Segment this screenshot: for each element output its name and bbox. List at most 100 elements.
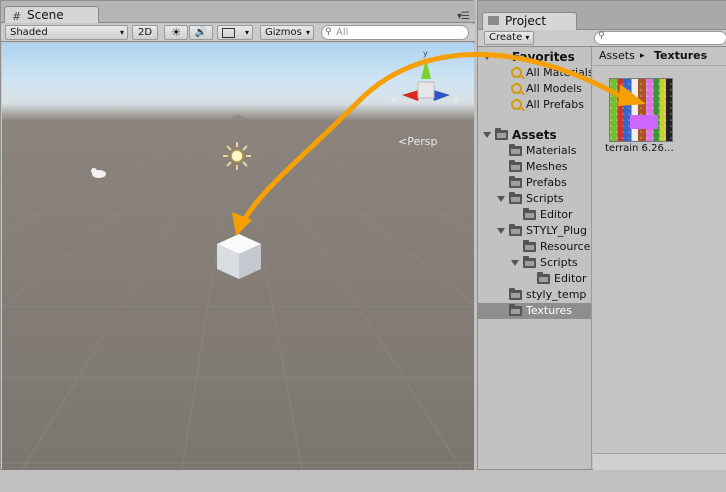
project-search-input[interactable]: ⚲ <box>594 31 726 45</box>
folder-icon <box>509 144 522 156</box>
tree-folder[interactable]: Scripts <box>478 191 591 207</box>
folder-label: Scripts <box>540 256 578 269</box>
star-icon: ★ <box>495 49 507 64</box>
folder-label: STYLY_Plug <box>526 224 587 237</box>
scene-audio-button[interactable]: 🔊 <box>189 25 213 40</box>
project-toolbar: Create ▾ ⚲ <box>478 30 726 47</box>
sun-icon: ☀ <box>171 26 181 39</box>
folder-icon <box>509 224 522 236</box>
persp-text: Persp <box>407 135 438 148</box>
perspective-label[interactable]: <Persp <box>398 135 437 148</box>
dropdown-arrow-icon: ▾ <box>305 28 310 37</box>
svg-text:z: z <box>454 95 458 104</box>
tree-folder[interactable]: styly_temp <box>478 287 591 303</box>
project-tabbar: Project <box>478 1 726 30</box>
dropdown-arrow-icon: ▾ <box>525 33 530 42</box>
breadcrumb-current[interactable]: Textures <box>654 47 707 65</box>
folder-icon <box>523 240 536 252</box>
folder-icon <box>523 208 536 220</box>
speaker-icon: 🔊 <box>194 27 208 38</box>
folder-icon <box>509 176 522 188</box>
tab-project[interactable]: Project <box>482 12 577 30</box>
favorite-label: All Materials <box>526 66 592 79</box>
breadcrumb-separator-icon: ▸ <box>640 51 645 61</box>
scene-search-input[interactable]: ⚲ All <box>321 25 469 40</box>
tree-favorite-item[interactable]: All Models <box>478 81 591 97</box>
folder-icon <box>523 256 536 268</box>
tree-folder[interactable]: Editor <box>478 271 591 287</box>
folder-label: Scripts <box>526 192 564 205</box>
expand-arrow-icon <box>483 132 491 138</box>
svg-text:x: x <box>391 95 396 104</box>
project-content: Assets ▸ Textures terrain 6.26… <box>593 47 726 470</box>
grid-icon: # <box>12 10 22 23</box>
folder-icon <box>509 160 522 172</box>
tree-folder-selected[interactable]: Textures <box>478 303 591 319</box>
tree-folder[interactable]: Meshes <box>478 159 591 175</box>
folder-label: Textures <box>526 304 572 317</box>
gizmos-label: Gizmos <box>265 27 302 38</box>
scene-viewport[interactable]: y x z <Persp <box>2 43 474 470</box>
folder-icon <box>509 192 522 204</box>
create-button[interactable]: Create ▾ <box>484 31 535 45</box>
directional-light-icon[interactable] <box>222 141 252 171</box>
expand-arrow-icon <box>497 196 505 202</box>
cube-object[interactable] <box>214 231 264 281</box>
assets-label: Assets <box>512 128 557 142</box>
tree-folder[interactable]: Prefabs <box>478 175 591 191</box>
folder-label: Resource <box>540 240 591 253</box>
tree-favorite-item[interactable]: All Prefabs <box>478 97 591 113</box>
favorites-label: Favorites <box>512 50 575 64</box>
dropdown-arrow-icon: ▾ <box>119 28 124 37</box>
tab-project-label: Project <box>505 14 547 28</box>
tree-folder[interactable]: STYLY_Plug <box>478 223 591 239</box>
folder-label: Materials <box>526 144 577 157</box>
tree-favorites[interactable]: ★ Favorites <box>478 49 591 65</box>
scene-panel: # Scene ▾☰ Shaded ▾ 2D ☀ 🔊 ▾ Gizmos ▾ ⚲ … <box>0 0 475 470</box>
search-icon <box>511 99 522 110</box>
search-icon <box>511 67 522 78</box>
folder-icon <box>537 272 550 284</box>
search-icon: ⚲ <box>325 27 332 37</box>
favorite-label: All Prefabs <box>526 98 584 111</box>
create-label: Create <box>489 32 523 43</box>
status-bar <box>0 470 726 492</box>
favorite-label: All Models <box>526 82 582 95</box>
terrain-texture-thumbnail[interactable] <box>609 78 673 142</box>
project-panel: Project Create ▾ ⚲ ★ Favorites All Mater… <box>477 0 726 470</box>
scene-search-placeholder: All <box>336 27 349 38</box>
gizmos-dropdown[interactable]: Gizmos ▾ <box>260 25 314 40</box>
asset-label: terrain 6.26… <box>605 143 674 154</box>
dropdown-arrow-icon: ▾ <box>244 28 249 37</box>
scene-tabbar: # Scene ▾☰ <box>1 1 475 23</box>
project-tree: ★ Favorites All Materials All Models All… <box>478 47 592 469</box>
scene-lighting-button[interactable]: ☀ <box>164 25 188 40</box>
folder-label: Editor <box>540 208 573 221</box>
tree-favorite-item[interactable]: All Materials <box>478 65 591 81</box>
orientation-gizmo[interactable]: y x z <box>388 47 464 117</box>
svg-text:y: y <box>423 49 428 58</box>
shading-mode-dropdown[interactable]: Shaded ▾ <box>5 25 128 40</box>
folder-icon <box>488 16 499 25</box>
tree-assets[interactable]: Assets <box>478 127 591 143</box>
breadcrumb: Assets ▸ Textures <box>593 47 726 66</box>
breadcrumb-root[interactable]: Assets <box>599 47 635 65</box>
folder-label: Meshes <box>526 160 568 173</box>
tab-scene-label: Scene <box>27 8 64 22</box>
shading-mode-label: Shaded <box>10 27 48 38</box>
tab-scene[interactable]: # Scene <box>4 6 99 23</box>
tree-folder[interactable]: Editor <box>478 207 591 223</box>
tree-folder[interactable]: Scripts <box>478 255 591 271</box>
tree-folder[interactable]: Resource <box>478 239 591 255</box>
camera-icon[interactable] <box>89 167 107 179</box>
scene-effects-dropdown[interactable]: ▾ <box>217 25 253 40</box>
back-arrow-icon: < <box>398 135 408 148</box>
folder-label: Editor <box>554 272 587 285</box>
panel-menu-icon[interactable]: ▾☰ <box>457 11 470 22</box>
image-icon <box>222 28 235 38</box>
tree-folder[interactable]: Materials <box>478 143 591 159</box>
toggle-2d-button[interactable]: 2D <box>132 25 158 40</box>
folder-icon <box>495 128 508 140</box>
scene-toolbar: Shaded ▾ 2D ☀ 🔊 ▾ Gizmos ▾ ⚲ All <box>1 24 475 42</box>
search-icon <box>511 83 522 94</box>
